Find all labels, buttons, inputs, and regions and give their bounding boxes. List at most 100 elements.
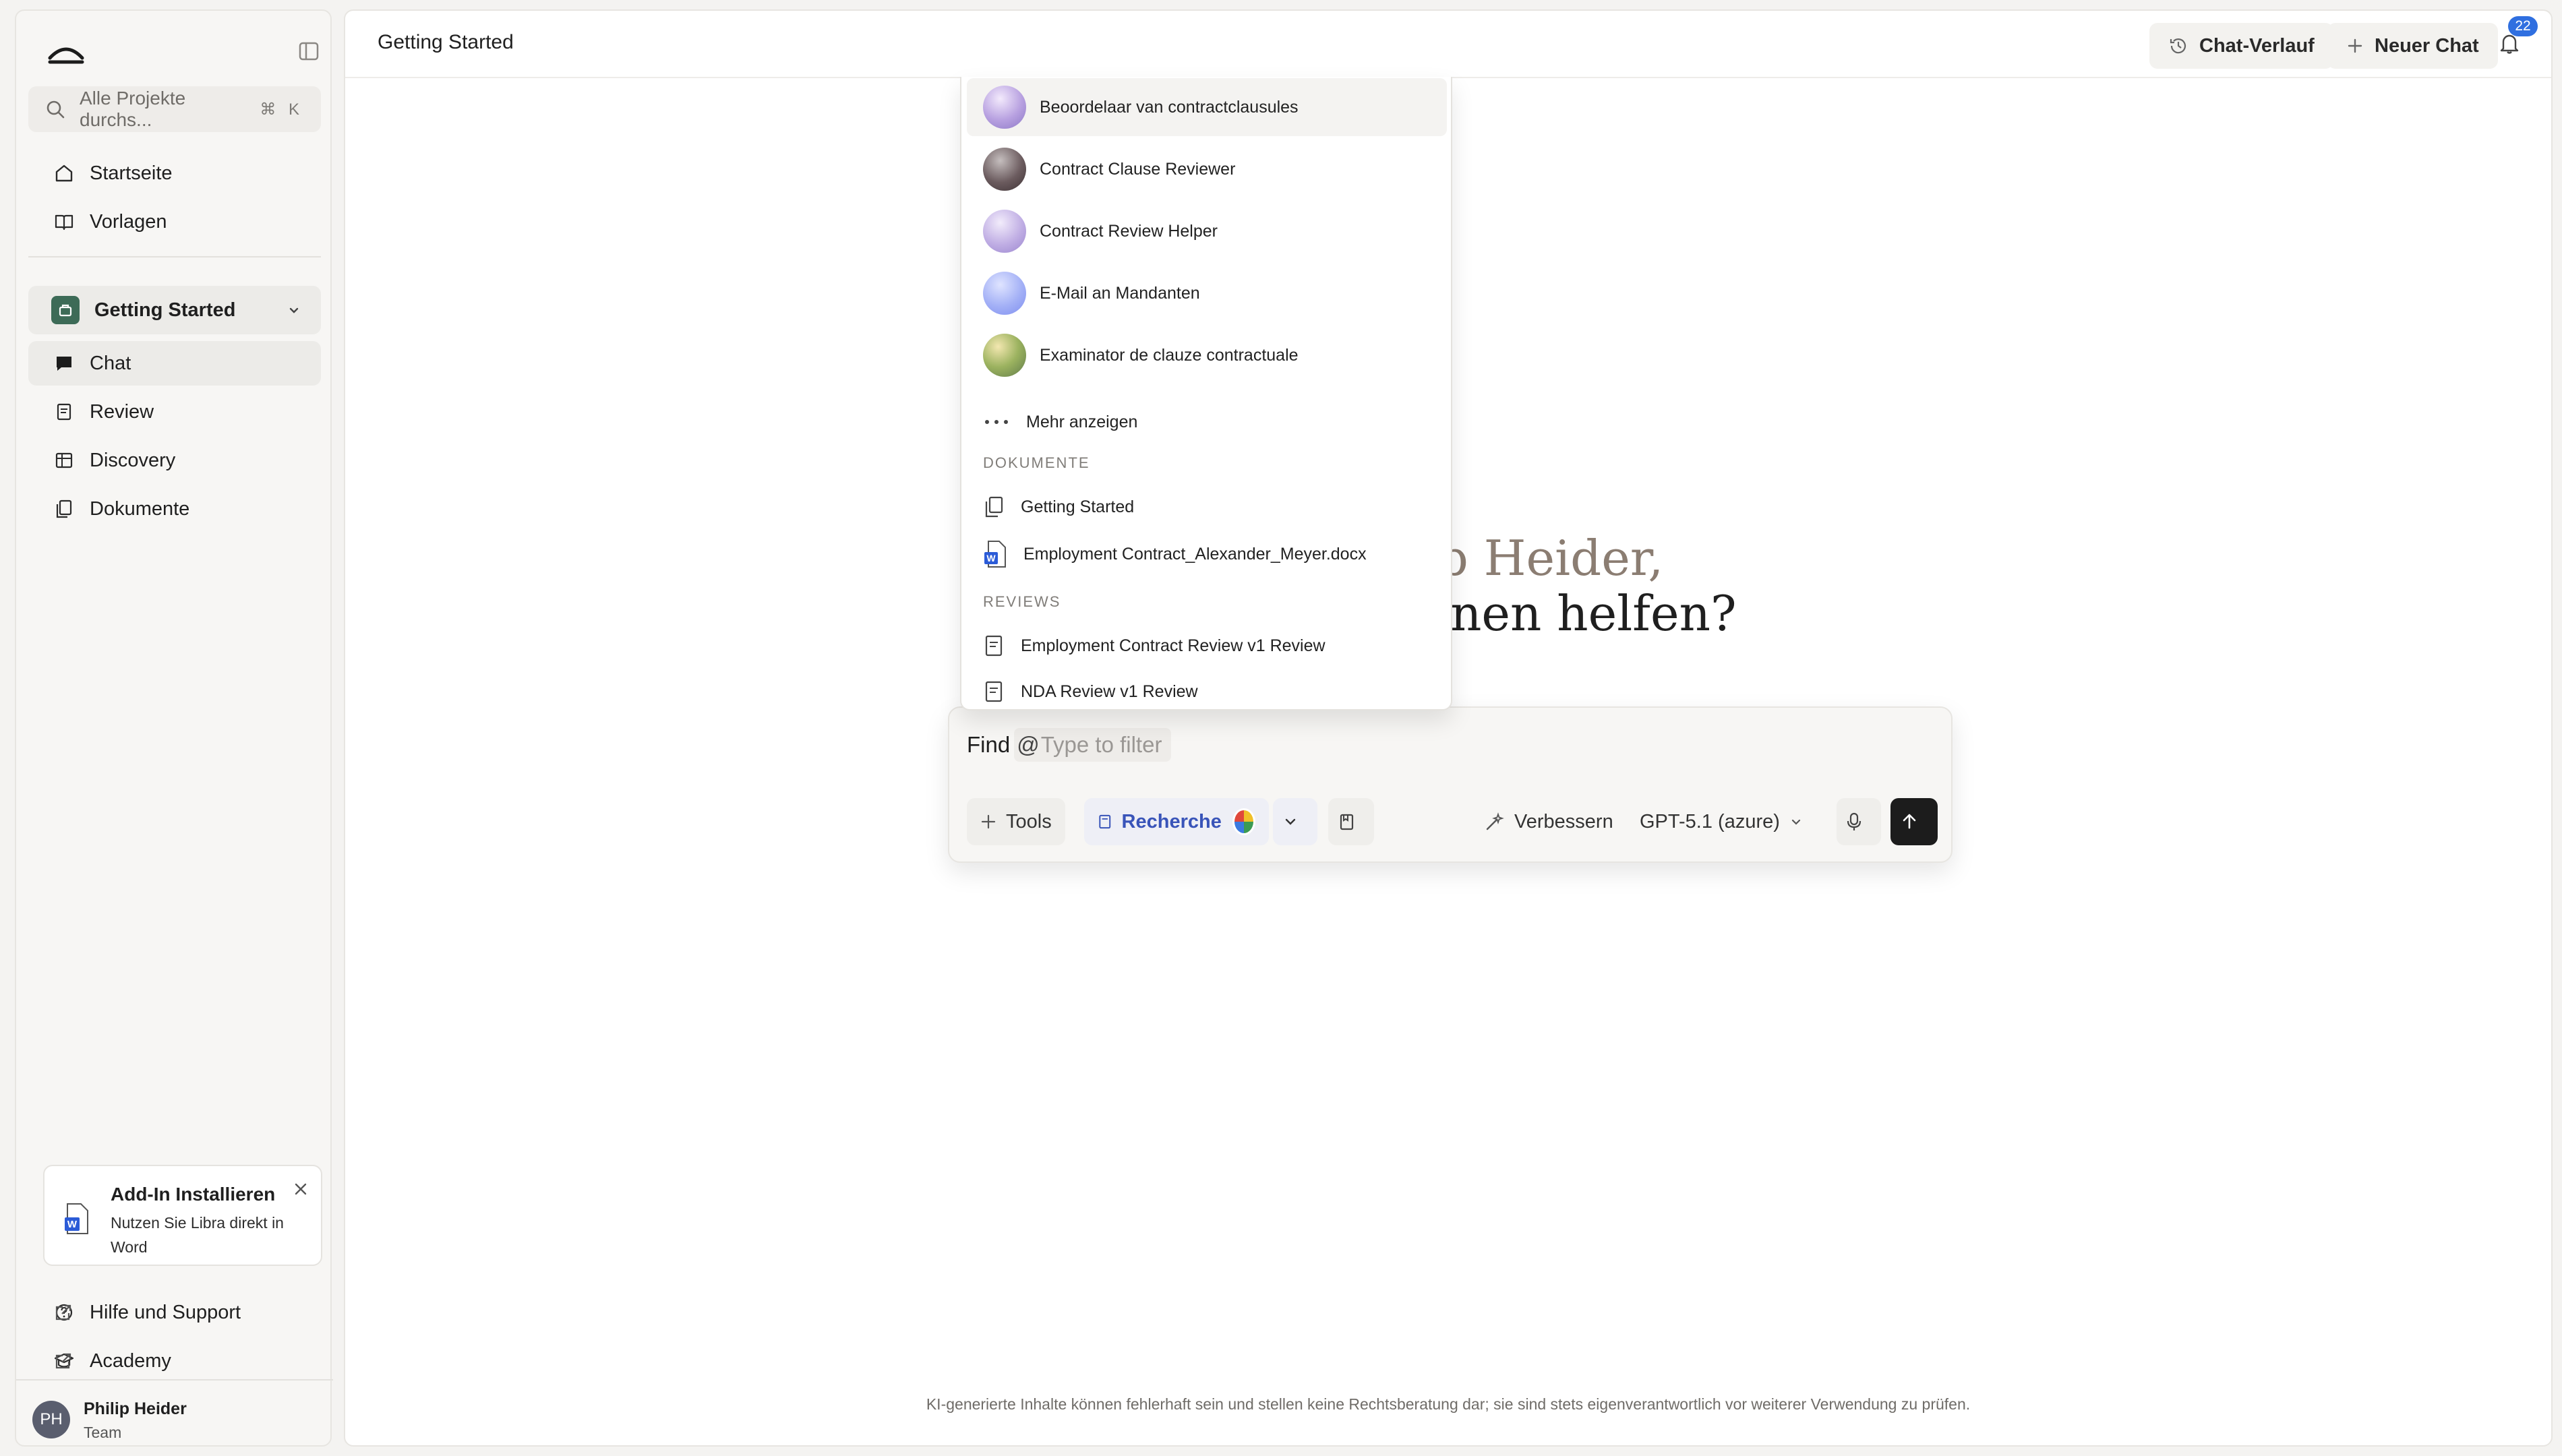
app-window: Alle Projekte durchs... ⌘ K Startseite V… (0, 0, 2562, 1456)
sidebar-item-label: Discovery (90, 449, 176, 471)
search-icon (47, 100, 65, 119)
addin-title: Add-In Installieren (111, 1184, 276, 1205)
assistant-option[interactable]: Contract Clause Reviewer (967, 140, 1447, 198)
book-icon (55, 214, 73, 231)
mention-dropdown: Beoordelaar van contractclausules Contra… (960, 77, 1452, 710)
academy-label: Academy (90, 1349, 171, 1372)
assistant-label: Contract Clause Reviewer (1040, 159, 1236, 179)
green-orb-icon (983, 334, 1026, 377)
chat-history-button[interactable]: Chat-Verlauf (2149, 23, 2333, 69)
sidebar-item-discovery[interactable]: Discovery (28, 438, 321, 483)
magic-wand-icon (1486, 812, 1504, 830)
sidebar-item-label: Chat (90, 352, 131, 374)
user-name: Philip Heider (84, 1399, 187, 1418)
recherche-label: Recherche (1121, 810, 1222, 832)
assistant-option[interactable]: Examinator de clauze contractuale (967, 326, 1447, 384)
plus-icon (2348, 38, 2362, 53)
plus-icon (981, 814, 996, 829)
disclaimer-text: KI-generierte Inhalte können fehlerhaft … (926, 1395, 1971, 1413)
sidebar-item-label: Vorlagen (90, 210, 167, 233)
help-support-link[interactable]: Hilfe und Support (28, 1290, 321, 1335)
model-selector[interactable]: GPT-5.1 (azure) (1626, 798, 1816, 845)
send-button[interactable] (1890, 798, 1938, 845)
sidebar-item-vorlagen[interactable]: Vorlagen (28, 200, 321, 244)
document-icon (1340, 814, 1354, 830)
assistant-option[interactable]: Beoordelaar van contractclausules (967, 78, 1447, 136)
help-label: Hilfe und Support (90, 1301, 241, 1323)
project-search-input[interactable]: Alle Projekte durchs... ⌘ K (28, 86, 321, 132)
assistant-label: E-Mail an Mandanten (1040, 283, 1200, 303)
improve-prompt-button[interactable]: Verbessern (1471, 798, 1627, 845)
review-icon (57, 403, 71, 421)
history-icon (2170, 38, 2186, 54)
source-globe-icon (1232, 808, 1255, 835)
sidebar-item-review[interactable]: Review (28, 390, 321, 434)
table-icon (55, 452, 73, 468)
assistant-label: Contract Review Helper (1040, 221, 1218, 241)
blue-orb-icon (983, 272, 1026, 315)
assistant-label: Beoordelaar van contractclausules (1040, 97, 1299, 117)
sidebar-divider (28, 256, 321, 257)
microphone-icon (1847, 812, 1861, 830)
logo-icon[interactable] (47, 38, 85, 65)
notification-badge: 22 (2508, 16, 2538, 36)
mention-at: @ (1017, 732, 1040, 757)
sidebar-item-chat[interactable]: Chat (28, 341, 321, 386)
sidebar-item-label: Review (90, 400, 154, 423)
microphone-button[interactable] (1837, 798, 1881, 845)
user-role: Team (84, 1424, 122, 1441)
academy-link[interactable]: Academy (28, 1339, 321, 1383)
model-label: GPT-5.1 (azure) (1640, 810, 1780, 832)
recherche-button[interactable]: Recherche (1084, 798, 1269, 845)
composer-input[interactable]: Find @ Type to filter (967, 728, 1172, 762)
mention-filter-input[interactable]: @ Type to filter (1014, 728, 1172, 762)
attach-document-button[interactable] (1328, 798, 1374, 845)
user-profile[interactable]: PH Philip Heider Team (16, 1379, 333, 1447)
project-selector[interactable]: Getting Started (28, 286, 321, 334)
lavender-orb-icon (983, 86, 1026, 129)
assistant-option[interactable]: E-Mail an Mandanten (967, 264, 1447, 322)
chat-composer[interactable]: Find @ Type to filter Tools Recherche Ve… (948, 706, 1953, 863)
search-placeholder: Alle Projekte durchs... (80, 88, 186, 130)
document-option[interactable]: W Employment Contract_Alexander_Meyer.do… (967, 533, 1447, 576)
word-file-icon: W (65, 1203, 88, 1234)
show-more-label: Mehr anzeigen (1026, 412, 1138, 431)
page-title: Getting Started (378, 31, 514, 53)
lavender-orb-icon (983, 210, 1026, 253)
recherche-options-button[interactable] (1273, 798, 1317, 845)
sidebar-collapse-icon[interactable] (298, 40, 320, 62)
mention-filter-placeholder: Type to filter (1040, 732, 1162, 757)
assistant-option[interactable]: Contract Review Helper (967, 202, 1447, 260)
assistant-label: Examinator de clauze contractuale (1040, 345, 1299, 365)
review-option[interactable]: Employment Contract Review v1 Review (967, 624, 1447, 667)
new-chat-button[interactable]: Neuer Chat (2327, 23, 2498, 69)
word-file-icon: W (984, 541, 1006, 568)
external-link-icon (55, 1353, 71, 1369)
avatar: PH (32, 1401, 70, 1438)
sidebar-item-dokumente[interactable]: Dokumente (28, 487, 321, 531)
sidebar-item-startseite[interactable]: Startseite (28, 151, 321, 195)
document-label: Getting Started (1021, 497, 1135, 516)
tools-button[interactable]: Tools (967, 798, 1065, 845)
chat-history-label: Chat-Verlauf (2199, 34, 2315, 57)
arrow-up-icon (1903, 814, 1916, 829)
review-icon (985, 681, 1003, 702)
sidebar-item-label: Startseite (90, 162, 173, 184)
svg-text:W: W (986, 553, 996, 564)
document-option[interactable]: Getting Started (967, 485, 1447, 528)
addin-card[interactable]: W Add-In Installieren Nutzen Sie Libra d… (43, 1165, 322, 1266)
addin-text: Nutzen Sie Libra direkt in Word (111, 1214, 284, 1256)
chevron-down-icon (289, 307, 299, 313)
project-name: Getting Started (94, 299, 236, 321)
book-icon (1099, 814, 1111, 829)
sidebar-item-label: Dokumente (90, 497, 190, 520)
chevron-down-icon (1791, 819, 1801, 825)
review-option[interactable]: NDA Review v1 Review (967, 670, 1447, 713)
show-more-option[interactable]: Mehr anzeigen (967, 400, 1447, 444)
dark-orb-icon (983, 148, 1026, 191)
project-icon (51, 296, 80, 324)
close-icon[interactable] (293, 1181, 309, 1197)
reviews-section-header: REVIEWS (983, 593, 1061, 610)
documents-icon (985, 496, 1003, 518)
search-shortcut: ⌘ K (260, 100, 303, 119)
